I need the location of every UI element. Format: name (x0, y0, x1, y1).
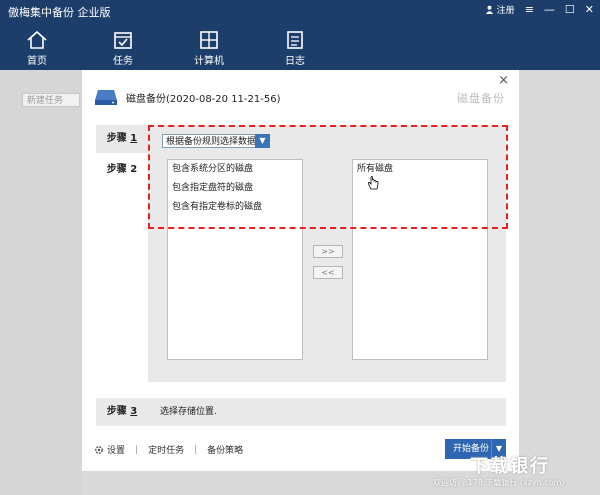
nav-logs[interactable]: 日志 (268, 28, 322, 67)
nav-home-label: 首页 (27, 56, 47, 67)
nav-home[interactable]: 首页 (10, 28, 64, 67)
background-area (519, 70, 600, 495)
chevron-down-icon[interactable]: ▼ (255, 134, 270, 148)
new-task-button[interactable]: 新建任务 (22, 93, 80, 107)
available-rules-list[interactable]: 包含系统分区的磁盘 包含指定盘符的磁盘 包含有指定卷标的磁盘 (167, 159, 303, 360)
list-item[interactable]: 包含系统分区的磁盘 (168, 160, 302, 179)
settings-icon[interactable]: ≡ (525, 3, 534, 16)
divider: | (135, 444, 139, 455)
list-item[interactable]: 包含有指定卷标的磁盘 (168, 198, 302, 217)
step-1-label: 步骤 (106, 133, 127, 144)
minimize-icon[interactable]: — (544, 3, 555, 16)
dialog-footer: 设置 | 定时任务 | 备份策略 (94, 443, 243, 456)
source-selection-panel: 根据备份规则选择数据 ▼ 包含系统分区的磁盘 包含指定盘符的磁盘 包含有指定卷标… (148, 125, 506, 382)
site-caption: 欢迎访问 178 下载银行 (xzyh.com) (433, 478, 565, 487)
selected-rules-list[interactable]: 所有磁盘 (352, 159, 488, 360)
dialog-heading: 磁盘备份(2020-08-20 11-21-56) (94, 88, 281, 106)
disk-backup-dialog: × 磁盘备份(2020-08-20 11-21-56) 磁盘备份 步骤 1 步骤… (82, 70, 519, 471)
divider: | (194, 444, 198, 455)
step-2-number: 2 (130, 164, 138, 175)
move-right-button[interactable]: >> (313, 245, 343, 258)
close-dialog-icon[interactable]: × (498, 73, 509, 88)
nav-tasks[interactable]: 任务 (96, 28, 150, 67)
gear-icon (95, 445, 103, 454)
list-item[interactable]: 包含指定盘符的磁盘 (168, 179, 302, 198)
dialog-watermark: 磁盘备份 (457, 92, 505, 105)
disk-icon (95, 90, 117, 105)
step-3-label: 步骤 (106, 406, 127, 417)
dialog-title: 磁盘备份(2020-08-20 11-21-56) (126, 93, 281, 105)
nav-computers-label: 计算机 (194, 56, 224, 67)
schedule-link[interactable]: 定时任务 (148, 443, 184, 456)
step-3-tab[interactable]: 步骤 3 (96, 398, 148, 426)
rule-select[interactable]: 根据备份规则选择数据 (162, 134, 268, 148)
site-logo: 下载银行 (470, 456, 550, 477)
step-2-tab[interactable]: 步骤 2 (96, 156, 148, 184)
register-label: 注册 (496, 6, 515, 16)
step-2-label: 步骤 (106, 164, 127, 175)
nav-logs-label: 日志 (285, 56, 305, 67)
task-sidebar (0, 70, 82, 495)
step-1-number: 1 (130, 133, 138, 144)
main-nav: 首页 任务 计算机 日志 (10, 28, 322, 67)
windows-icon (200, 31, 218, 49)
strategy-link[interactable]: 备份策略 (207, 443, 243, 456)
hand-cursor-icon (367, 176, 379, 190)
step-3-number: 3 (130, 406, 138, 417)
user-icon (485, 5, 493, 14)
window-controls: 注册 ≡ — ☐ ✕ (485, 3, 594, 16)
settings-label: 设置 (107, 446, 126, 456)
move-left-button[interactable]: << (313, 266, 343, 279)
calendar-icon (114, 32, 132, 49)
restore-icon[interactable]: ☐ (565, 3, 575, 16)
home-icon (27, 30, 47, 49)
nav-tasks-label: 任务 (113, 56, 133, 67)
log-icon (287, 31, 303, 49)
app-title: 傲梅集中备份 企业版 (8, 6, 111, 19)
step-1-tab[interactable]: 步骤 1 (96, 125, 148, 153)
register-link[interactable]: 注册 (485, 3, 515, 16)
destination-panel[interactable]: 选择存储位置. (148, 398, 506, 426)
settings-link[interactable]: 设置 (94, 443, 125, 456)
nav-computers[interactable]: 计算机 (182, 28, 236, 67)
app-header: 傲梅集中备份 企业版 注册 ≡ — ☐ ✕ 首页 任务 计算机 日志 (0, 0, 600, 70)
close-window-icon[interactable]: ✕ (585, 3, 594, 16)
